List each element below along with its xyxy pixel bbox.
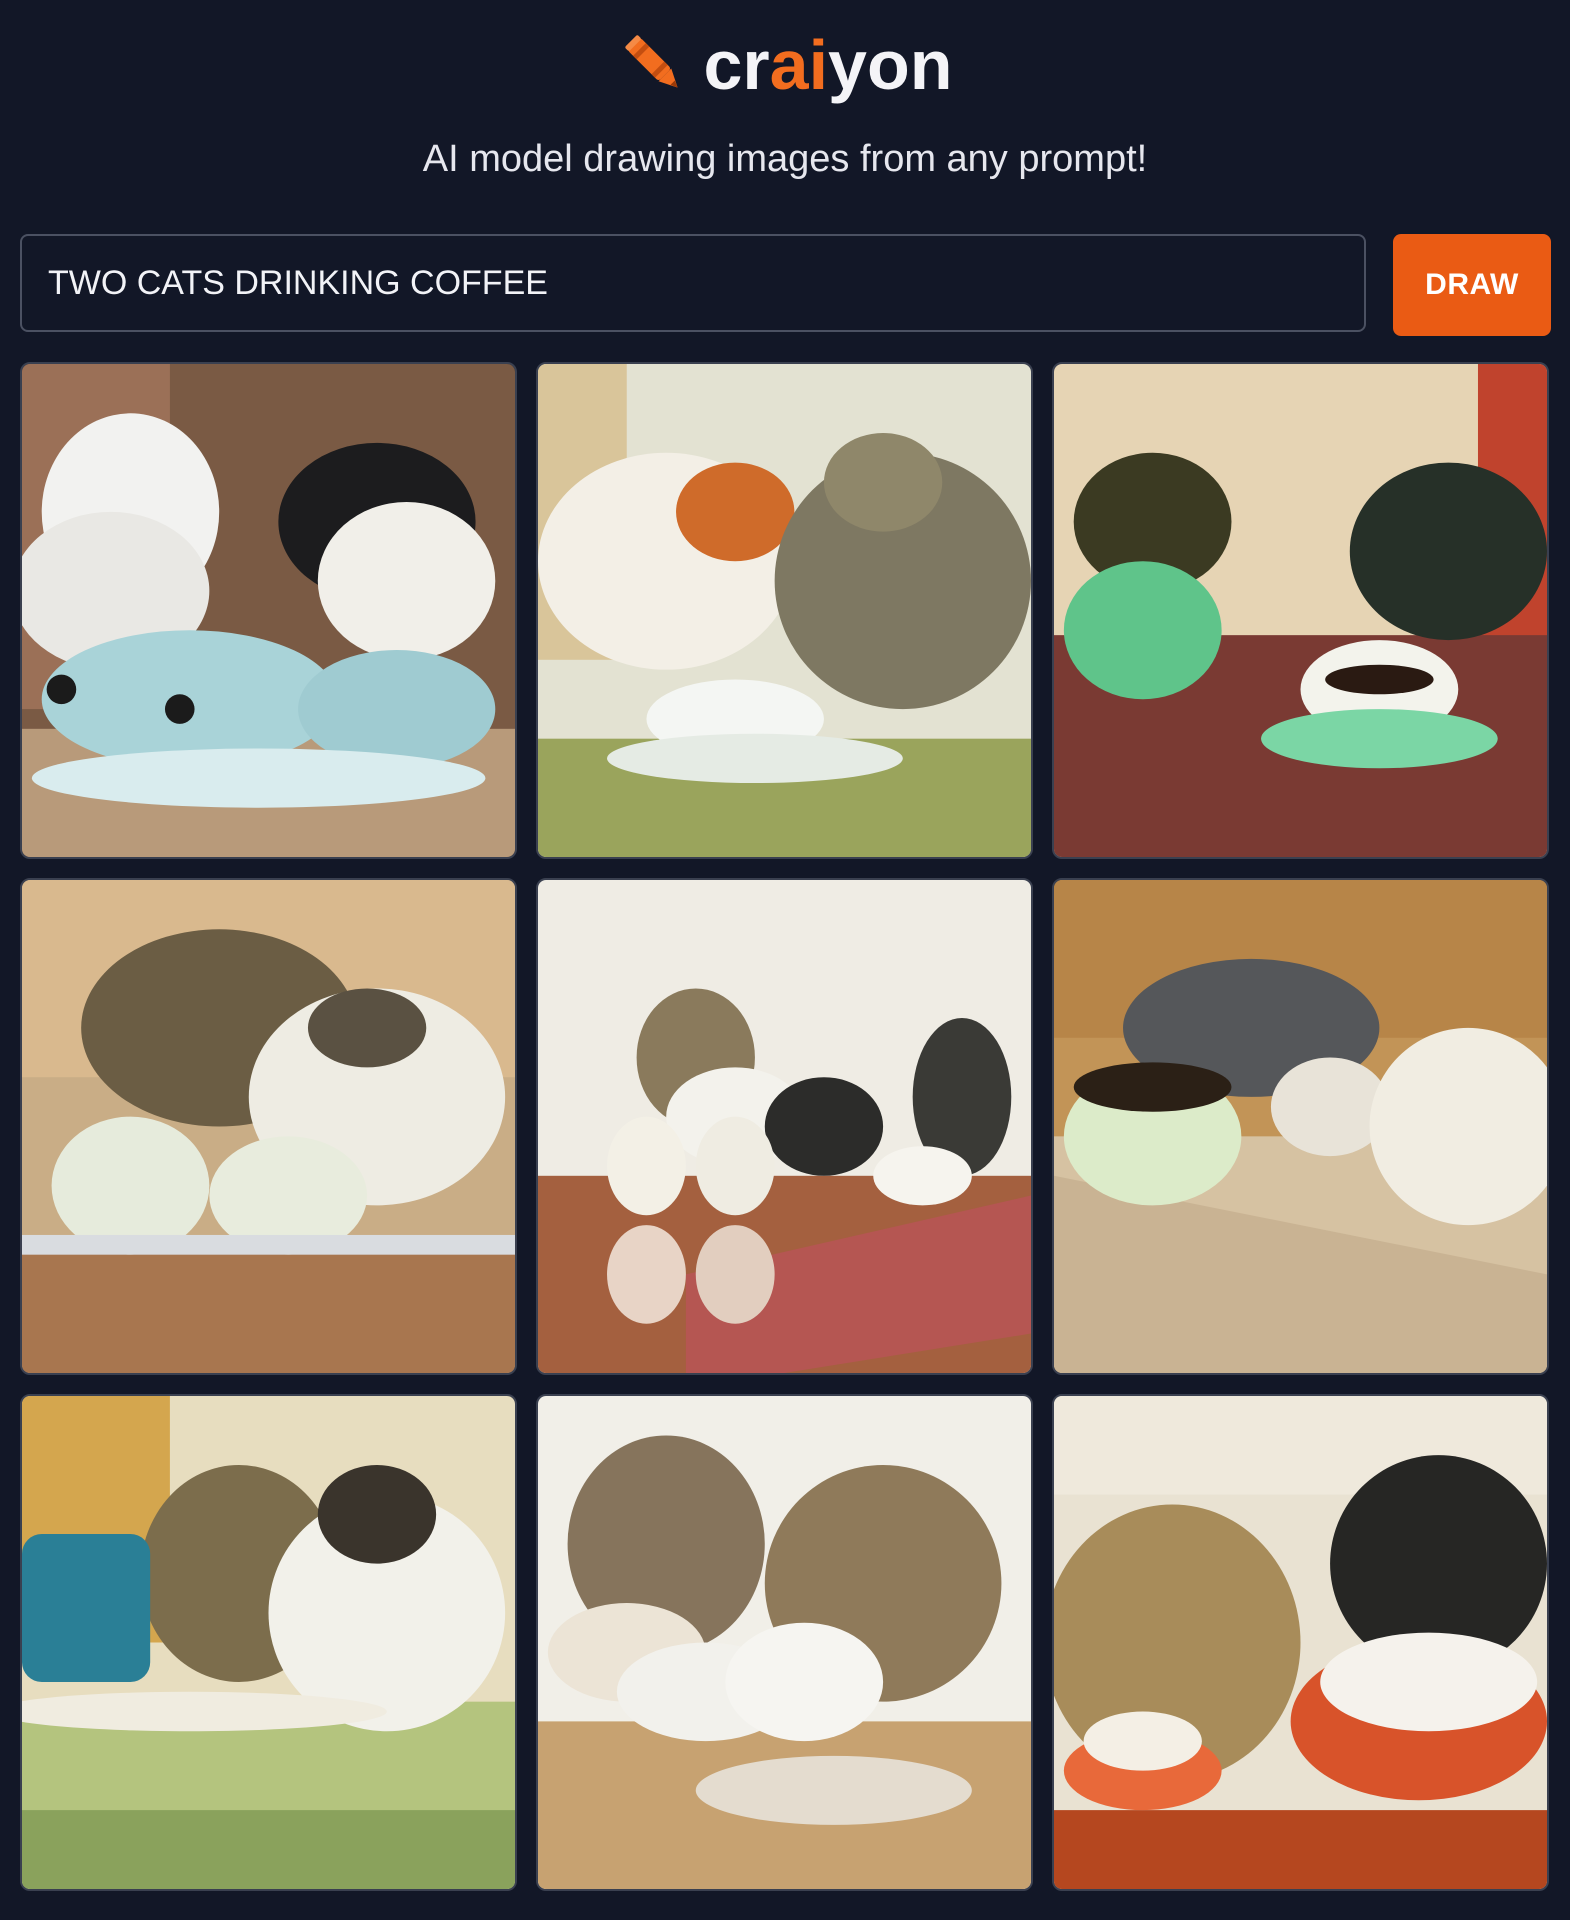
generated-image-4[interactable] (20, 878, 517, 1375)
generated-image-2[interactable] (536, 362, 1033, 859)
generated-image-9[interactable] (1052, 1394, 1549, 1891)
generated-image-3[interactable] (1052, 362, 1549, 859)
prompt-row: DRAW (20, 234, 1551, 336)
generated-image-7[interactable] (20, 1394, 517, 1891)
generated-image-6[interactable] (1052, 878, 1549, 1375)
header: craiyon AI model drawing images from any… (0, 0, 1570, 220)
prompt-input[interactable] (20, 234, 1366, 332)
pencil-crayon-icon (625, 35, 679, 88)
logo[interactable]: craiyon (0, 20, 1570, 110)
generated-image-5[interactable] (536, 878, 1033, 1375)
tagline: AI model drawing images from any prompt! (422, 138, 1148, 180)
generated-image-1[interactable] (20, 362, 517, 859)
brand-name: craiyon (703, 26, 953, 104)
image-grid (20, 362, 1551, 1892)
generated-image-8[interactable] (536, 1394, 1033, 1891)
draw-button[interactable]: DRAW (1393, 234, 1551, 336)
